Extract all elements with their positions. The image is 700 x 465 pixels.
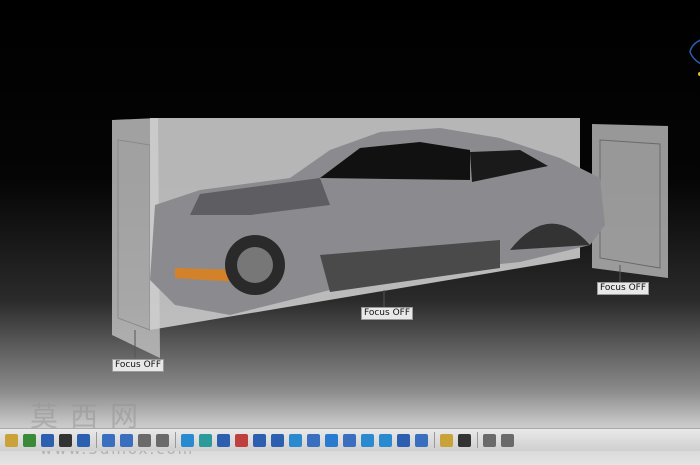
focus-label-center: Focus OFF <box>361 307 414 320</box>
swap-space-button[interactable] <box>359 432 376 449</box>
measure-button[interactable] <box>377 432 394 449</box>
view-mode-button[interactable] <box>323 432 340 449</box>
list-icon <box>156 433 169 447</box>
comment-button[interactable] <box>75 432 92 449</box>
rotate-button[interactable] <box>233 432 250 449</box>
view-mode-icon <box>325 433 338 447</box>
pan-icon <box>217 433 230 447</box>
tree-icon <box>120 433 133 447</box>
camera-button[interactable] <box>456 432 473 449</box>
toolbar-separator <box>434 432 435 448</box>
compass-icon[interactable] <box>686 30 700 80</box>
undo-button[interactable] <box>21 432 38 449</box>
toolbar-separator <box>96 432 97 448</box>
bottle-button[interactable] <box>438 432 455 449</box>
save-icon <box>5 433 18 447</box>
fly-icon <box>181 433 194 447</box>
normal-view-icon <box>289 433 302 447</box>
focus-label-left: Focus OFF <box>112 359 165 372</box>
catalog-button[interactable] <box>136 432 153 449</box>
3d-viewport[interactable]: Focus OFF Focus OFF Focus OFF <box>0 0 700 430</box>
window-icon <box>501 433 514 447</box>
car-model-scene <box>112 118 668 358</box>
normal-view-button[interactable] <box>287 432 304 449</box>
fly-button[interactable] <box>179 432 196 449</box>
bottle-icon <box>440 433 453 447</box>
formula-button[interactable] <box>57 432 74 449</box>
fit-all-icon <box>199 433 212 447</box>
undo-icon <box>23 433 36 447</box>
split-view-button[interactable] <box>481 432 498 449</box>
catalog-icon <box>138 433 151 447</box>
help-button[interactable] <box>39 432 56 449</box>
measure-icon <box>379 433 392 447</box>
rotate-icon <box>235 433 248 447</box>
zoom-in-button[interactable] <box>251 432 268 449</box>
apply-material-button[interactable] <box>395 432 412 449</box>
comment-icon <box>77 433 90 447</box>
toolbar-separator <box>477 432 478 448</box>
toolbar-separator <box>175 432 176 448</box>
window-button[interactable] <box>499 432 516 449</box>
quick-view-button[interactable] <box>305 432 322 449</box>
split-view-icon <box>483 433 496 447</box>
quick-view-icon <box>307 433 320 447</box>
snapshot-button[interactable] <box>413 432 430 449</box>
swap-space-icon <box>361 433 374 447</box>
save-button[interactable] <box>3 432 20 449</box>
zoom-out-icon <box>271 433 284 447</box>
right-reference-plane <box>592 124 668 278</box>
help-icon <box>41 433 54 447</box>
zoom-in-icon <box>253 433 266 447</box>
tree-button[interactable] <box>118 432 135 449</box>
fit-all-button[interactable] <box>197 432 214 449</box>
list-button[interactable] <box>154 432 171 449</box>
camera-icon <box>458 433 471 447</box>
snapshot-icon <box>415 433 428 447</box>
bottom-toolbar <box>0 428 700 451</box>
formula-icon <box>59 433 72 447</box>
focus-label-right: Focus OFF <box>597 282 650 295</box>
table-icon <box>102 433 115 447</box>
hide-show-icon <box>343 433 356 447</box>
table-button[interactable] <box>100 432 117 449</box>
pan-button[interactable] <box>215 432 232 449</box>
apply-material-icon <box>397 433 410 447</box>
zoom-out-button[interactable] <box>269 432 286 449</box>
hide-show-button[interactable] <box>341 432 358 449</box>
